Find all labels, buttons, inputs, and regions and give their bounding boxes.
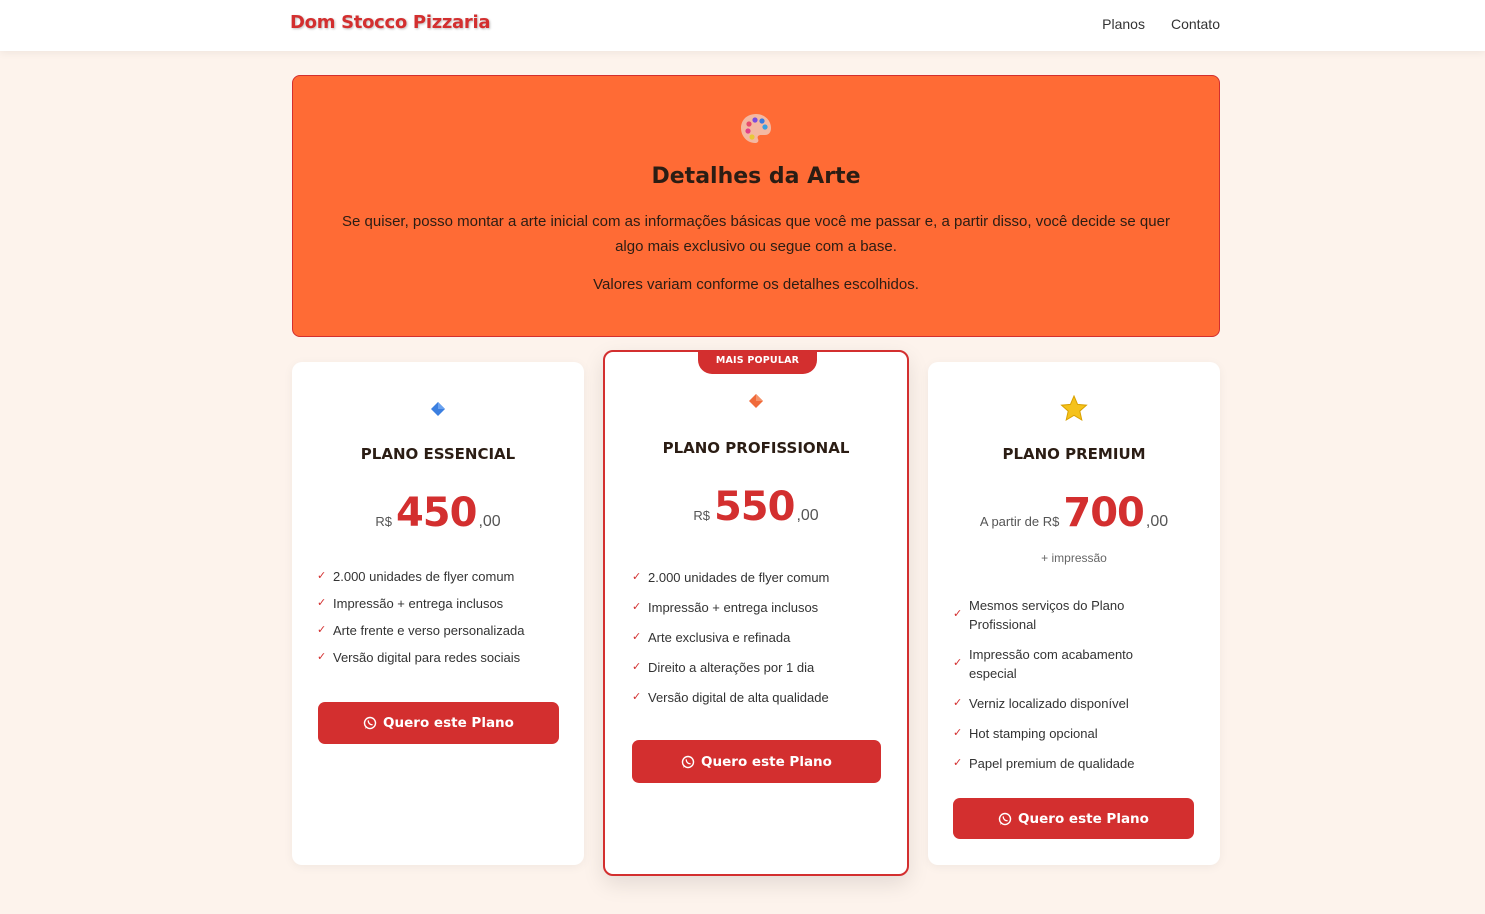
orange-diamond-icon — [749, 394, 763, 408]
list-item: ✓ Arte frente e verso personalizada — [317, 623, 525, 638]
list-item: ✓ Impressão + entrega inclusos — [632, 600, 819, 615]
check-icon: ✓ — [953, 697, 963, 709]
blue-diamond-icon — [431, 402, 445, 416]
list-item: ✓ 2.000 unidades de flyer comum — [632, 570, 830, 585]
check-icon: ✓ — [317, 651, 327, 663]
check-icon: ✓ — [953, 727, 963, 739]
banner-description: Se quiser, posso montar a arte inicial c… — [342, 213, 1170, 255]
check-icon: ✓ — [632, 661, 642, 673]
banner-title: Detalhes da Arte — [651, 164, 861, 189]
plan-name: PLANO PROFISSIONAL — [662, 439, 850, 457]
check-icon: ✓ — [632, 601, 642, 613]
plan-card-profissional: MAIS POPULAR PLANO PROFISSIONAL R$ 550 ,… — [603, 350, 909, 876]
price-amount: 550 — [713, 484, 795, 530]
price-amount: 450 — [395, 490, 477, 536]
plan-price: A partir de R$ 700 ,00 — [928, 490, 1220, 536]
check-icon: ✓ — [317, 597, 327, 609]
check-icon: ✓ — [317, 624, 327, 636]
check-icon: ✓ — [632, 631, 642, 643]
nav-link-contato[interactable]: Contato — [1171, 16, 1220, 32]
price-cents: ,00 — [796, 507, 819, 524]
price-currency: R$ — [693, 508, 710, 523]
feature-list: ✓ 2.000 unidades de flyer comum ✓ Impressã… — [632, 570, 892, 705]
feature-list: ✓ 2.000 unidades de flyer comum ✓ Impressã… — [317, 569, 567, 665]
price-cents: ,00 — [1145, 513, 1169, 530]
whatsapp-icon — [998, 812, 1012, 825]
check-icon: ✓ — [632, 571, 642, 583]
price-cents: ,00 — [478, 513, 501, 530]
whatsapp-icon — [363, 716, 377, 730]
nav-link-planos[interactable]: Planos — [1102, 16, 1145, 32]
palette-icon — [741, 114, 771, 143]
list-item: ✓ Versão digital para redes sociais — [317, 650, 521, 665]
plan-price: R$ 450 ,00 — [292, 490, 584, 536]
list-item: ✓ 2.000 unidades de flyer comum — [317, 569, 515, 584]
star-icon — [1060, 395, 1088, 422]
plan-card-premium: PLANO PREMIUM A partir de R$ 700 ,00 + i… — [928, 362, 1220, 865]
plan-card-essencial: PLANO ESSENCIAL R$ 450 ,00 ✓ 2.000 unidad… — [292, 362, 584, 865]
feature-list: ✓ Mesmos serviços do Plano Profissional ✓… — [953, 596, 1183, 773]
list-item: ✓ Mesmos serviços do Plano Profissional — [953, 598, 1125, 632]
check-icon: ✓ — [953, 757, 963, 769]
check-icon: ✓ — [632, 691, 642, 703]
list-item: ✓ Impressão + entrega inclusos — [317, 596, 504, 611]
list-item: ✓ Papel premium de qualidade — [953, 756, 1135, 771]
banner-note: Valores variam conforme os detalhes esco… — [593, 276, 919, 293]
list-item: ✓ Verniz localizado disponível — [953, 696, 1129, 711]
top-navbar: Dom Stocco Pizzaria Planos Contato — [0, 0, 1485, 51]
whatsapp-icon — [681, 755, 695, 768]
list-item: ✓ Hot stamping opcional — [953, 726, 1098, 741]
price-note: + impressão — [1041, 551, 1107, 565]
price-currency: R$ — [375, 514, 392, 529]
choose-plan-button[interactable]: Quero este Plano — [632, 740, 881, 783]
list-item: ✓ Arte exclusiva e refinada — [632, 630, 791, 645]
price-amount: 700 — [1063, 490, 1144, 536]
choose-plan-button[interactable]: Quero este Plano — [953, 798, 1194, 839]
price-currency: A partir de R$ — [979, 514, 1060, 529]
plan-name: PLANO ESSENCIAL — [360, 445, 516, 463]
plan-price: R$ 550 ,00 — [605, 484, 907, 530]
popular-badge: MAIS POPULAR — [698, 350, 817, 374]
choose-plan-button[interactable]: Quero este Plano — [318, 702, 559, 744]
brand-logo[interactable]: Dom Stocco Pizzaria — [290, 12, 491, 33]
art-details-banner: Detalhes da Arte Se quiser, posso montar… — [292, 75, 1220, 337]
plan-name: PLANO PREMIUM — [1002, 445, 1146, 463]
check-icon: ✓ — [317, 570, 327, 582]
check-icon: ✓ — [953, 657, 963, 669]
list-item: ✓ Direito a alterações por 1 dia — [632, 660, 815, 675]
list-item: ✓ Impressão com acabamento especial — [953, 647, 1134, 681]
main-nav: Planos Contato — [1102, 16, 1220, 32]
list-item: ✓ Versão digital de alta qualidade — [632, 690, 829, 705]
check-icon: ✓ — [953, 608, 963, 620]
